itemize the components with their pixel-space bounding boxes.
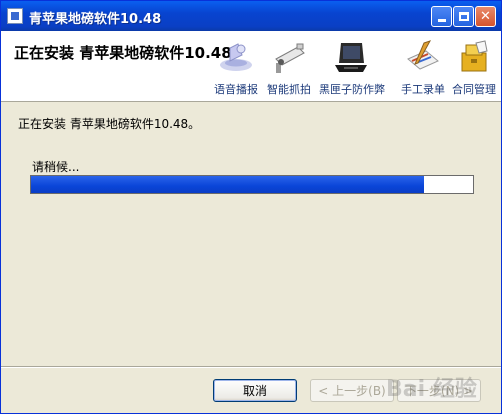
installer-header: 正在安装 青苹果地磅软件10.48 语音播报 智能抓拍 黑匣子防作弊 手工录单 … <box>1 31 501 102</box>
title-bar[interactable]: 青苹果地磅软件10.48 ✕ <box>1 1 501 31</box>
camera-icon <box>275 43 305 73</box>
main-content: 正在安装 青苹果地磅软件10.48。 请稍候... <box>1 102 501 365</box>
minimize-icon <box>437 19 446 22</box>
maximize-icon <box>458 12 469 21</box>
feature-label: 黑匣子防作弊 <box>319 83 385 96</box>
install-status-text: 正在安装 青苹果地磅软件10.48。 <box>18 117 201 131</box>
maximize-button[interactable] <box>453 6 474 27</box>
voice-broadcast-icon <box>220 43 252 71</box>
cancel-button[interactable]: 取消 <box>213 379 297 402</box>
progress-fill <box>31 176 425 193</box>
window-title: 青苹果地磅软件10.48 <box>29 12 162 27</box>
footer-divider <box>1 366 501 368</box>
feature-label: 合同管理 <box>452 83 496 96</box>
next-button[interactable]: 下一步(N) > <box>397 379 481 402</box>
header-title: 正在安装 青苹果地磅软件10.48 <box>14 44 232 62</box>
manual-entry-icon <box>407 40 439 70</box>
install-progress-bar <box>30 175 474 194</box>
feature-contract-management: 合同管理 <box>442 39 504 99</box>
contract-icon <box>461 40 488 72</box>
installer-app-icon <box>7 8 23 24</box>
black-box-icon <box>335 43 367 72</box>
close-button[interactable]: ✕ <box>475 6 496 27</box>
feature-black-box: 黑匣子防作弊 <box>319 39 385 99</box>
minimize-button[interactable] <box>431 6 452 27</box>
back-button[interactable]: < 上一步(B) <box>310 379 394 402</box>
feature-label: 智能抓拍 <box>267 83 311 96</box>
feature-smart-capture: 智能抓拍 <box>257 39 321 99</box>
close-icon: ✕ <box>480 9 491 24</box>
installer-window: 青苹果地磅软件10.48 ✕ 正在安装 青苹果地磅软件10.48 语音播报 智能… <box>0 0 502 414</box>
wait-label: 请稍候... <box>32 160 80 174</box>
